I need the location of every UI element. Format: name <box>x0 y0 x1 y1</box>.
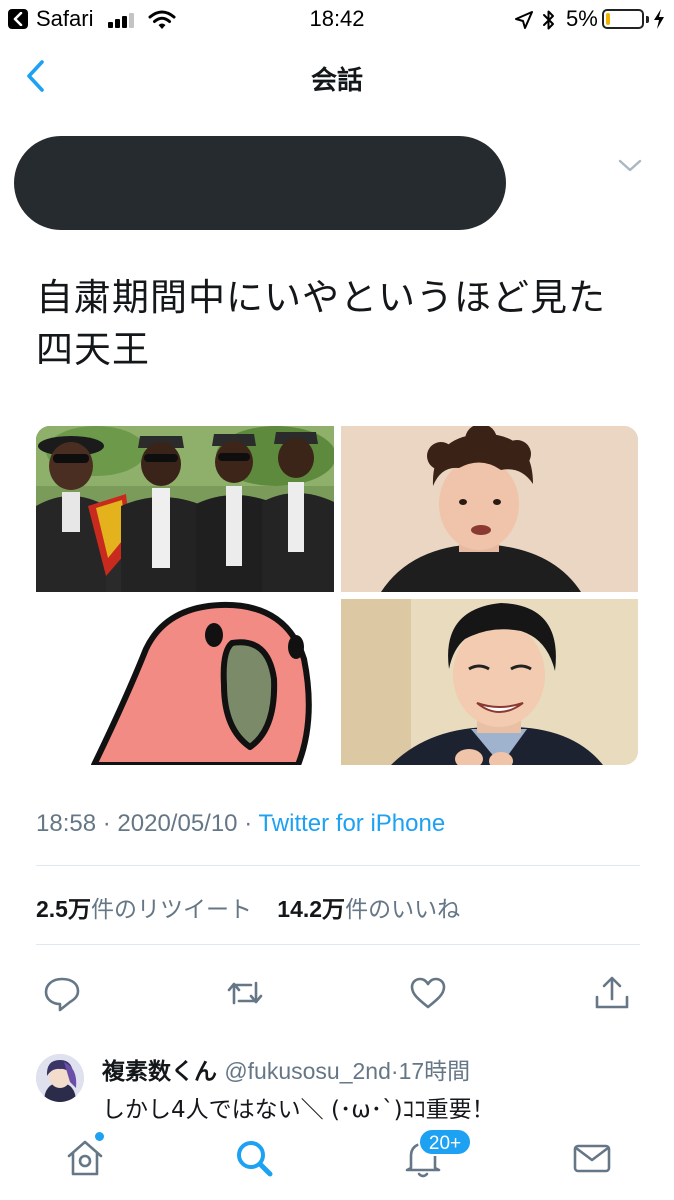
home-icon <box>67 1140 103 1176</box>
reply-tweet[interactable]: 複素数くん @fukusosu_2nd·17時間 しかし4人ではない＼ (･ω･… <box>36 1050 656 1123</box>
charging-bolt-icon <box>654 9 664 29</box>
reply-header: 複素数くん @fukusosu_2nd·17時間 <box>102 1052 470 1086</box>
tweet-date: 2020/05/10 <box>117 810 238 837</box>
tweet-action-bar <box>0 973 674 1019</box>
avatar[interactable] <box>36 1054 84 1102</box>
like-icon <box>410 977 446 1009</box>
like-button[interactable] <box>408 973 448 1013</box>
meta-separator: · <box>244 810 253 837</box>
reply-time: 17時間 <box>398 1058 471 1084</box>
tweet-text: 自粛期間中にいやというほど見た 四天王 <box>36 272 646 376</box>
likes-count: 14.2万 <box>277 896 346 922</box>
tweet-stats: 2.5万件のリツイート 14.2万件のいいね <box>36 890 478 924</box>
media-grid <box>36 426 638 765</box>
share-button[interactable] <box>592 973 632 1013</box>
retweets-label: 件のリツイート <box>90 897 252 923</box>
retweets-count: 2.5万 <box>36 896 91 922</box>
retweet-button[interactable] <box>225 973 265 1013</box>
retweets-stat[interactable]: 2.5万件のリツイート <box>36 896 252 923</box>
tab-bar: 20+ <box>0 1128 674 1200</box>
notification-badge: 20+ <box>418 1128 472 1156</box>
chevron-down-icon[interactable] <box>617 156 643 176</box>
nav-bar: 会話 <box>0 40 674 112</box>
tab-messages[interactable] <box>570 1136 614 1180</box>
tweet-text-line: 四天王 <box>36 328 150 371</box>
divider <box>36 865 640 866</box>
redacted-author-info <box>14 136 506 230</box>
pink-parrot-illustration[interactable] <box>36 599 334 765</box>
tweet-timestamp: 18:58 · 2020/05/10 · Twitter for iPhone <box>36 810 445 838</box>
divider <box>36 944 640 945</box>
tab-home[interactable] <box>63 1136 107 1180</box>
tweet-source-link[interactable]: Twitter for iPhone <box>258 810 445 837</box>
tab-search[interactable] <box>232 1136 276 1180</box>
tweet-time: 18:58 <box>36 810 97 837</box>
retweet-icon <box>227 981 263 1005</box>
messages-icon <box>573 1144 611 1173</box>
coffin-dance-pallbearers-photo[interactable] <box>36 426 334 592</box>
status-bar: Safari 18:42 5% <box>0 0 674 40</box>
meta-separator: · <box>102 810 111 837</box>
smiling-man-photo[interactable] <box>341 599 638 765</box>
reply-text: しかし4人ではない＼ (･ω･`)ｺｺ重要！ <box>102 1097 495 1123</box>
battery-percent: 5% <box>566 6 598 31</box>
reply-icon <box>44 977 80 1012</box>
reply-author-handle: @fukusosu_2nd <box>224 1058 391 1084</box>
battery-nub <box>646 16 649 23</box>
page-title: 会話 <box>310 66 363 96</box>
reply-author-name[interactable]: 複素数くん <box>102 1059 217 1085</box>
bluetooth-icon <box>543 10 554 30</box>
search-icon <box>237 1141 273 1177</box>
share-icon <box>595 976 629 1009</box>
curly-hair-man-photo[interactable] <box>341 426 638 592</box>
likes-stat[interactable]: 14.2万件のいいね <box>277 896 461 923</box>
meta-separator: · <box>390 1058 399 1084</box>
reply-button[interactable] <box>42 973 82 1013</box>
likes-label: 件のいいね <box>345 897 461 923</box>
tweet-text-line: 自粛期間中にいやというほど見た <box>36 276 606 319</box>
battery-fill <box>606 13 610 25</box>
battery-icon <box>602 9 644 29</box>
home-unread-dot <box>95 1132 104 1141</box>
location-arrow-icon <box>515 11 533 29</box>
